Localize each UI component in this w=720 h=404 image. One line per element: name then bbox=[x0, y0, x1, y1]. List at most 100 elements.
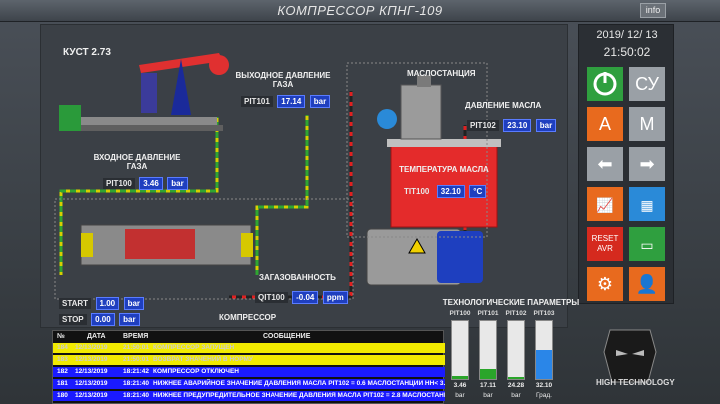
time-display: 21:50:02 bbox=[603, 45, 651, 59]
gauge-pit103: PIT103 32.10 Град. bbox=[532, 310, 556, 404]
event-id: 181 bbox=[57, 380, 68, 387]
gauge-bar bbox=[479, 320, 497, 380]
power-button[interactable] bbox=[587, 67, 623, 101]
event-id: 180 bbox=[57, 392, 68, 399]
manual-button[interactable]: М bbox=[629, 107, 665, 141]
gauge-tag: PIT100 bbox=[449, 310, 471, 317]
stop-value[interactable]: 0.00 bbox=[91, 313, 115, 326]
start-tag: START bbox=[59, 298, 92, 309]
oil-pressure-label: ДАВЛЕНИЕ МАСЛА bbox=[465, 101, 542, 110]
gauge-pit101: PIT101 17.11 bar bbox=[476, 310, 500, 404]
compressor-icon bbox=[80, 224, 253, 266]
forward-button[interactable]: ➡ bbox=[629, 147, 665, 181]
tit100-unit: °C bbox=[469, 185, 487, 198]
events-header: № ДАТА ВРЕМЯ СООБЩЕНИЕ bbox=[53, 331, 445, 342]
pit100-value[interactable]: 3.46 bbox=[139, 177, 163, 190]
pit100-unit: bar bbox=[167, 177, 188, 190]
pit100-readout: PIT100 3.46 bar bbox=[103, 173, 188, 191]
col-id: № bbox=[57, 333, 65, 340]
window-title: КОМПРЕССОР КПНГ-109 bbox=[277, 3, 443, 18]
qit100-readout: QIT100 -0.04 ppm bbox=[255, 287, 348, 305]
oil-station-label: МАСЛОСТАНЦИЯ bbox=[407, 69, 476, 78]
tit100-value[interactable]: 32.10 bbox=[436, 185, 465, 198]
gauge-fill bbox=[480, 368, 496, 379]
pit102-value[interactable]: 23.10 bbox=[503, 119, 532, 132]
event-row[interactable]: 180 12/13/2019 18:21:40 НИЖНЕЕ ПРЕДУПРЕДИТЕ… bbox=[53, 391, 445, 401]
stop-unit: bar bbox=[119, 313, 140, 326]
su-button[interactable]: СУ bbox=[629, 67, 665, 101]
event-date: 12/13/2019 bbox=[75, 392, 108, 399]
event-date: 12/13/2019 bbox=[75, 368, 108, 375]
inlet-pressure-label: ВХОДНОЕ ДАВЛЕНИЕ ГАЗА bbox=[93, 153, 181, 171]
gauge-tag: PIT102 bbox=[505, 310, 527, 317]
gauge-bar bbox=[535, 320, 553, 380]
cooler-icon bbox=[377, 109, 397, 129]
gauge-unit: bar bbox=[511, 392, 521, 399]
col-date: ДАТА bbox=[87, 333, 106, 340]
event-row[interactable]: 181 12/13/2019 18:21:40 НИЖНЕЕ АВАРИЙНОЕ ЗН… bbox=[53, 379, 445, 389]
pit100-tag: PIT100 bbox=[103, 178, 135, 189]
gauge-tag: PIT101 bbox=[477, 310, 499, 317]
gauge-value: 17.11 bbox=[480, 382, 496, 389]
tit100-readout: TIT100 32.10 °C bbox=[401, 181, 487, 199]
gauge-fill bbox=[536, 350, 552, 379]
arrow-right-icon: ➡ bbox=[639, 154, 655, 174]
event-row[interactable]: 183 12/13/2019 21:50:01 ВОЗВРАТ ЗНАЧЕНИЙ В … bbox=[53, 355, 445, 365]
event-time: 21:50:01 bbox=[123, 344, 150, 351]
pit101-readout: PIT101 17.14 bar bbox=[241, 91, 331, 109]
pit101-value[interactable]: 17.14 bbox=[277, 95, 306, 108]
user-icon: 👤 bbox=[635, 274, 659, 294]
events-table: № ДАТА ВРЕМЯ СООБЩЕНИЕ 184 12/13/2019 21:5… bbox=[52, 330, 445, 404]
event-row[interactable]: 184 12/13/2019 21:50:01 КОМПРЕССОР ЗАПУЩЕН bbox=[53, 343, 445, 353]
oil-temp-label: ТЕМПЕРАТУРА МАСЛА bbox=[399, 165, 489, 174]
gauge-pit102: PIT102 24.28 bar bbox=[504, 310, 528, 404]
oil-pipe bbox=[229, 91, 353, 299]
gauge-bar bbox=[507, 320, 525, 380]
gas-contamination-label: ЗАГАЗОВАННОСТЬ bbox=[259, 273, 336, 282]
event-row[interactable]: 182 12/13/2019 18:21:42 КОМПРЕССОР ОТКЛЮЧЕН bbox=[53, 367, 445, 377]
trends-button[interactable]: 📈 bbox=[587, 187, 623, 221]
event-date: 12/13/2019 bbox=[75, 356, 108, 363]
table-button[interactable]: ▦ bbox=[629, 187, 665, 221]
event-message: КОМПРЕССОР ОТКЛЮЧЕН bbox=[153, 368, 239, 375]
compressor-label: КОМПРЕССОР bbox=[219, 313, 277, 322]
outlet-gas-pipe bbox=[255, 115, 309, 275]
battery-icon: ▭ bbox=[640, 237, 654, 253]
settings-button[interactable]: ⚙ bbox=[587, 267, 623, 301]
pit102-readout: PIT102 23.10 bar bbox=[467, 115, 557, 133]
event-time: 18:21:40 bbox=[123, 392, 150, 399]
event-message: НИЖНЕЕ ПРЕДУПРЕДИТЕЛЬНОЕ ЗНАЧЕНИЕ ДАВЛЕН… bbox=[153, 392, 445, 399]
event-id: 182 bbox=[57, 368, 68, 375]
pit101-tag: PIT101 bbox=[241, 96, 273, 107]
gauge-unit: bar bbox=[483, 392, 493, 399]
date-display: 2019/ 12/ 13 bbox=[596, 29, 658, 41]
info-button[interactable]: info bbox=[640, 3, 666, 18]
chart-icon: 📈 bbox=[596, 197, 614, 213]
qit100-unit: ppm bbox=[322, 291, 348, 304]
arrow-left-icon: ⬅ bbox=[597, 154, 613, 174]
gauge-fill bbox=[452, 376, 468, 379]
user-button[interactable]: 👤 bbox=[629, 267, 665, 301]
auto-button[interactable]: А bbox=[587, 107, 623, 141]
battery-button[interactable]: ▭ bbox=[629, 227, 665, 261]
gauge-pit100: PIT100 3.46 bar bbox=[448, 310, 472, 404]
qit100-value[interactable]: -0.04 bbox=[292, 291, 319, 304]
pump-jack-icon bbox=[59, 53, 229, 131]
back-button[interactable]: ⬅ bbox=[587, 147, 623, 181]
col-message: СООБЩЕНИЕ bbox=[263, 333, 311, 340]
event-time: 21:50:01 bbox=[123, 356, 150, 363]
power-icon bbox=[593, 72, 617, 96]
gauge-fill bbox=[508, 376, 524, 379]
pit102-unit: bar bbox=[535, 119, 557, 132]
reset-avr-button[interactable]: RESET AVR bbox=[587, 227, 623, 261]
gear-icon: ⚙ bbox=[596, 274, 614, 294]
gauge-tag: PIT103 bbox=[533, 310, 555, 317]
gauge-value: 24.28 bbox=[507, 382, 525, 389]
event-date: 12/13/2019 bbox=[75, 380, 108, 387]
gauge-value: 3.46 bbox=[453, 382, 467, 389]
pit101-unit: bar bbox=[309, 95, 331, 108]
process-canvas: КУСТ 2.73 ВЫХОДНОЕ ДАВЛЕНИЕ ГАЗА PIT101 … bbox=[40, 24, 568, 328]
pit102-tag: PIT102 bbox=[467, 120, 499, 131]
outlet-pressure-label: ВЫХОДНОЕ ДАВЛЕНИЕ ГАЗА bbox=[235, 71, 331, 89]
params-title: ТЕХНОЛОГИЧЕСКИЕ ПАРАМЕТРЫ bbox=[442, 298, 580, 307]
